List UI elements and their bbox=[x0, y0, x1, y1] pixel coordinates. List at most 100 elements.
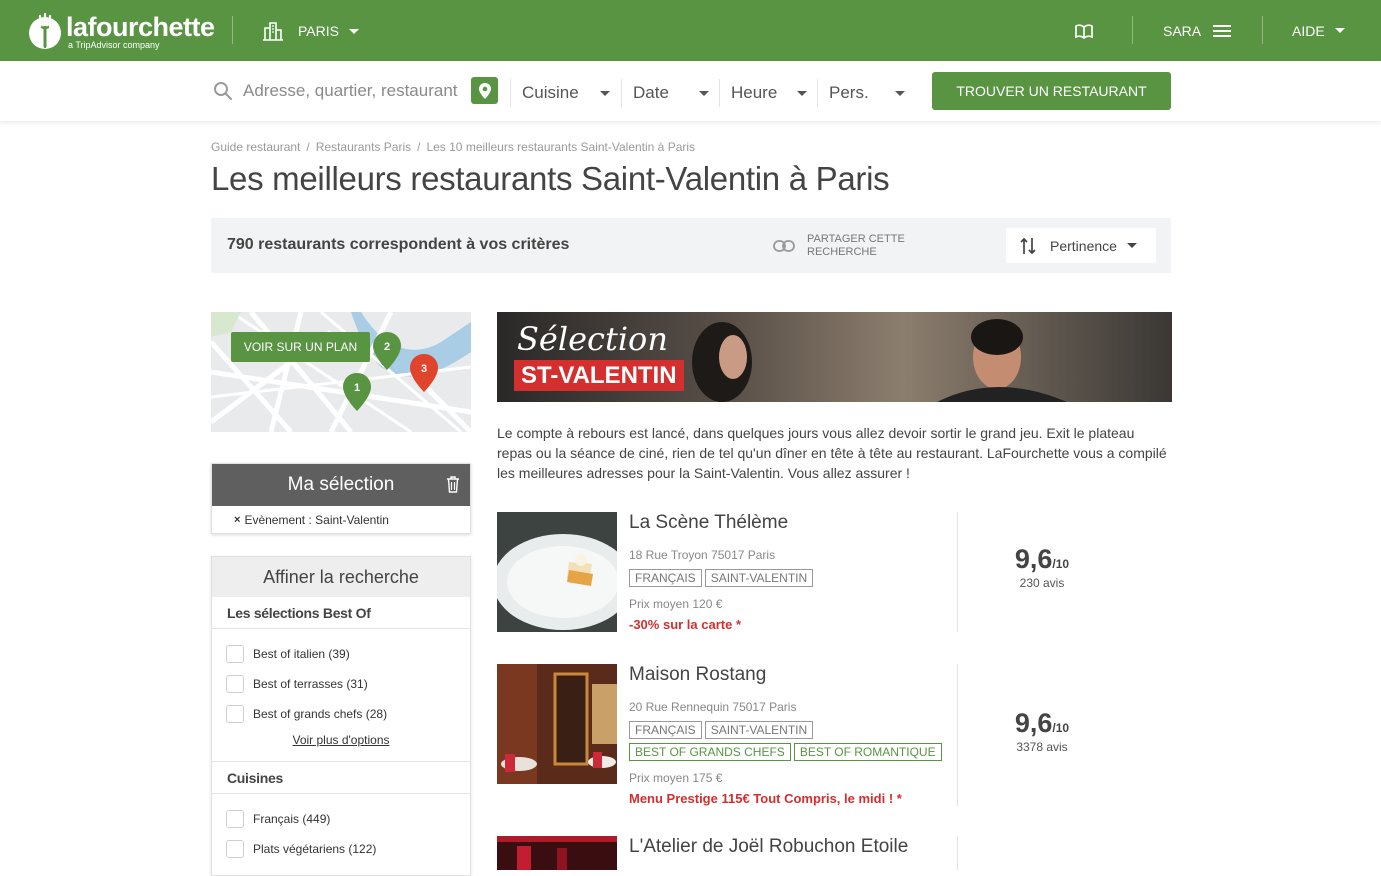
my-selection-panel: Ma sélection × Evènement : Saint-Valenti… bbox=[211, 463, 471, 534]
nav-divider bbox=[232, 16, 233, 44]
help-menu[interactable]: AIDE bbox=[1292, 0, 1345, 61]
rating-block: 9,6/10 3378 avis bbox=[1007, 708, 1077, 754]
time-select[interactable]: Heure bbox=[719, 79, 807, 107]
sort-arrows-icon bbox=[1020, 237, 1036, 254]
nav-divider bbox=[1132, 16, 1133, 44]
checkbox[interactable] bbox=[226, 705, 244, 723]
breadcrumb-item[interactable]: Guide restaurant bbox=[211, 140, 300, 154]
best-of-tag: BEST OF GRANDS CHEFS bbox=[629, 743, 791, 761]
map-marker-icon[interactable]: 2 bbox=[372, 331, 402, 371]
offer-text[interactable]: Menu Prestige 115€ Tout Compris, le midi… bbox=[629, 791, 902, 806]
restaurant-photo[interactable] bbox=[497, 512, 617, 632]
find-restaurant-button[interactable]: TROUVER UN RESTAURANT bbox=[932, 72, 1171, 110]
filter-value: Saint-Valentin bbox=[315, 513, 389, 527]
breadcrumb-item[interactable]: Les 10 meilleurs restaurants Saint-Valen… bbox=[426, 140, 695, 154]
chevron-down-icon bbox=[895, 91, 905, 96]
map-preview[interactable]: VOIR SUR UN PLAN 2 1 3 bbox=[211, 312, 471, 432]
filter-cuisine-vegetarien[interactable]: Plats végétariens (122) bbox=[212, 834, 470, 864]
brand-name: lafourchette bbox=[66, 12, 215, 42]
chevron-down-icon bbox=[699, 91, 709, 96]
breadcrumb-separator: / bbox=[417, 140, 421, 154]
restaurant-card: La Scène Thélème 18 Rue Troyon 75017 Par… bbox=[497, 512, 1172, 634]
date-select[interactable]: Date bbox=[621, 79, 709, 107]
filter-key: Evènement bbox=[244, 513, 306, 527]
user-menu[interactable]: SARA bbox=[1163, 0, 1232, 61]
cuisine-select[interactable]: Cuisine bbox=[510, 79, 610, 107]
banner-tag: ST-VALENTIN bbox=[514, 360, 684, 391]
divider bbox=[957, 664, 958, 806]
restaurant-photo[interactable] bbox=[497, 836, 617, 870]
checkbox[interactable] bbox=[226, 810, 244, 828]
filter-cuisine-francais[interactable]: Français (449) bbox=[212, 804, 470, 834]
divider bbox=[957, 512, 958, 632]
results-bar: 790 restaurants correspondent à vos crit… bbox=[211, 218, 1171, 273]
restaurant-name[interactable]: Maison Rostang bbox=[629, 664, 766, 686]
time-select-label: Heure bbox=[731, 83, 778, 102]
cuisines-section-title: Cuisines bbox=[212, 762, 470, 794]
refine-search-title: Affiner la recherche bbox=[212, 557, 470, 597]
search-field bbox=[213, 75, 465, 107]
filter-best-of-terrasses[interactable]: Best of terrasses (31) bbox=[212, 669, 470, 699]
breadcrumb-separator: / bbox=[306, 140, 310, 154]
my-selection-header: Ma sélection bbox=[212, 464, 470, 506]
checkbox[interactable] bbox=[226, 675, 244, 693]
review-count[interactable]: 3378 avis bbox=[1007, 740, 1077, 754]
map-marker-icon[interactable]: 1 bbox=[342, 372, 372, 412]
dessert-plate-image bbox=[497, 512, 617, 632]
share-search-button[interactable]: PARTAGER CETTE RECHERCHE bbox=[773, 233, 917, 259]
restaurant-interior-image bbox=[497, 836, 617, 870]
filter-best-of-italien[interactable]: Best of italien (39) bbox=[212, 639, 470, 669]
checkbox[interactable] bbox=[226, 840, 244, 858]
my-selection-title: Ma sélection bbox=[287, 474, 395, 495]
map-pin-icon bbox=[478, 82, 491, 99]
restaurant-name[interactable]: La Scène Thélème bbox=[629, 512, 788, 534]
search-input[interactable] bbox=[243, 81, 465, 101]
tag: SAINT-VALENTIN bbox=[704, 721, 814, 739]
filter-label: Plats végétariens (122) bbox=[253, 842, 377, 856]
search-bar: Cuisine Date Heure Pers. TROUVER UN REST… bbox=[0, 61, 1381, 121]
view-on-map-button[interactable]: VOIR SUR UN PLAN bbox=[231, 332, 370, 362]
guide-book-button[interactable] bbox=[1074, 0, 1094, 61]
best-of-tag: BEST OF ROMANTIQUE bbox=[793, 743, 942, 761]
restaurant-address: 18 Rue Troyon 75017 Paris bbox=[629, 548, 776, 562]
search-icon bbox=[214, 82, 232, 100]
filter-label: Best of italien (39) bbox=[253, 647, 350, 661]
date-select-label: Date bbox=[633, 83, 669, 102]
breadcrumb-item[interactable]: Restaurants Paris bbox=[316, 140, 411, 154]
marker-label: 2 bbox=[384, 341, 390, 353]
city-selector[interactable]: PARIS bbox=[262, 13, 359, 49]
offer-text[interactable]: -30% sur la carte * bbox=[629, 617, 741, 632]
review-count[interactable]: 230 avis bbox=[1007, 576, 1077, 590]
checkbox[interactable] bbox=[226, 645, 244, 663]
lafourchette-logo[interactable]: lafourchette a TripAdvisor company bbox=[28, 10, 218, 52]
rating-block: 9,6/10 230 avis bbox=[1007, 544, 1077, 590]
restaurant-name[interactable]: L'Atelier de Joël Robuchon Etoile bbox=[629, 836, 908, 858]
geolocate-button[interactable] bbox=[471, 77, 498, 104]
filter-best-of-grands-chefs[interactable]: Best of grands chefs (28) bbox=[212, 699, 470, 729]
saint-valentin-banner: Sélection ST-VALENTIN bbox=[497, 312, 1172, 402]
restaurant-best-of-tags: BEST OF GRANDS CHEFS BEST OF ROMANTIQUE bbox=[629, 743, 945, 761]
chevron-down-icon bbox=[1126, 243, 1137, 248]
filter-label: Français (449) bbox=[253, 812, 331, 826]
brand-subtitle: a TripAdvisor company bbox=[68, 40, 160, 50]
sort-select[interactable]: Pertinence bbox=[1006, 228, 1156, 263]
filter-label: Best of grands chefs (28) bbox=[253, 707, 388, 721]
tag: SAINT-VALENTIN bbox=[704, 569, 814, 587]
map-marker-icon[interactable]: 3 bbox=[409, 353, 439, 393]
more-options-link[interactable]: Voir plus d'options bbox=[212, 729, 470, 761]
average-price: Prix moyen 120 € bbox=[629, 597, 723, 611]
filter-sep: : bbox=[305, 513, 316, 527]
restaurant-photo[interactable] bbox=[497, 664, 617, 784]
city-label: PARIS bbox=[298, 23, 339, 39]
restaurant-tags: FRANÇAIS SAINT-VALENTIN bbox=[629, 721, 816, 739]
best-of-section-title: Les sélections Best Of bbox=[212, 597, 470, 629]
restaurant-address: 20 Rue Rennequin 75017 Paris bbox=[629, 700, 797, 714]
trash-icon[interactable] bbox=[446, 476, 460, 493]
results-count: 790 restaurants correspondent à vos crit… bbox=[227, 236, 570, 253]
restaurant-card: L'Atelier de Joël Robuchon Etoile bbox=[497, 836, 1172, 870]
persons-select[interactable]: Pers. bbox=[817, 79, 905, 107]
refine-search-panel: Affiner la recherche Les sélections Best… bbox=[211, 556, 471, 876]
cuisine-select-label: Cuisine bbox=[522, 83, 579, 102]
remove-filter-icon[interactable]: × bbox=[234, 514, 240, 526]
rating-score: 9,6 bbox=[1014, 708, 1053, 738]
